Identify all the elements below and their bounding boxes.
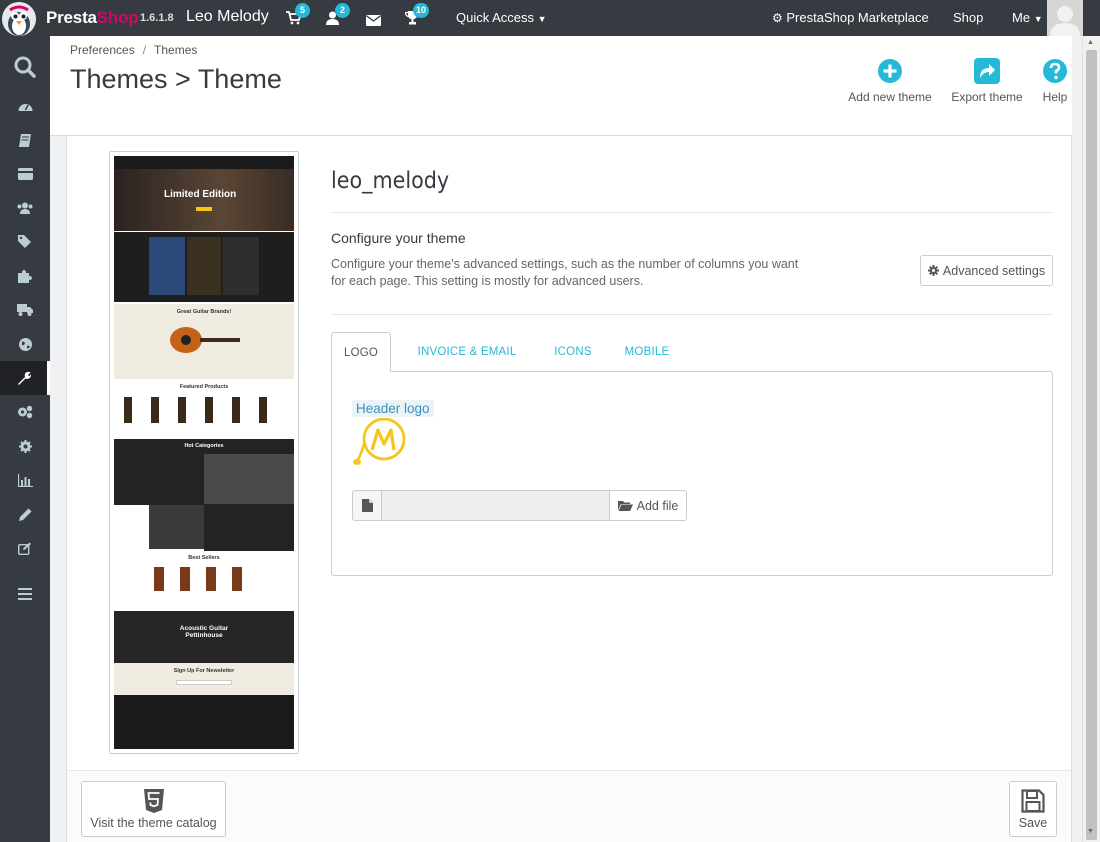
sidebar [0, 36, 50, 842]
bar-chart-icon [17, 473, 33, 487]
breadcrumb: Preferences / Themes [70, 43, 198, 57]
tab-invoice-email-logos[interactable]: INVOICE & EMAIL LOGOS [399, 332, 535, 398]
cogs-icon [18, 405, 33, 419]
tags-icon [17, 235, 31, 248]
configure-description: Configure your theme's advanced settings… [331, 257, 799, 288]
folder-open-icon [617, 501, 633, 511]
shop-link[interactable]: Shop [953, 10, 983, 25]
theme-preview-image: Limited Edition Great Guitar Brands! Fea… [114, 156, 294, 749]
add-file-button[interactable]: Add file [609, 490, 687, 521]
panel-footer: Visit the theme catalog Save [67, 770, 1071, 842]
logo-tabs: LOGO INVOICE & EMAIL LOGOS ICONS MOBILE [331, 332, 1053, 398]
header-logo-label: Header logo [352, 400, 434, 417]
sidebar-search[interactable] [0, 50, 50, 84]
quick-access-dropdown[interactable]: Quick Access ▼ [456, 10, 547, 25]
sidebar-item-modules[interactable] [0, 259, 50, 293]
scroll-up-arrow[interactable]: ▲ [1087, 39, 1094, 46]
envelope-icon [366, 15, 381, 26]
sidebar-collapse-toggle[interactable] [0, 577, 50, 611]
credit-card-icon [17, 168, 33, 180]
globe-icon [18, 337, 32, 351]
page-title: Themes > Theme [70, 64, 282, 94]
messages-menu[interactable] [366, 13, 381, 31]
top-navbar: PrestaShop 1.6.1.8 Leo Melody 5 2 10 Qui… [0, 0, 1100, 36]
orders-badge: 5 [295, 3, 310, 18]
breadcrumb-parent[interactable]: Preferences [70, 43, 135, 57]
logo-tab-content: Header logo Add file [331, 371, 1053, 576]
sidebar-item-shipping[interactable] [0, 293, 50, 327]
orders-menu[interactable]: 5 [286, 3, 310, 30]
sidebar-item-administration[interactable] [0, 429, 50, 463]
gear-icon [927, 265, 939, 276]
caret-down-icon: ▼ [537, 14, 547, 24]
sidebar-item-stats[interactable] [0, 463, 50, 497]
avatar[interactable] [1047, 0, 1083, 36]
advanced-settings-button[interactable]: Advanced settings [920, 255, 1053, 286]
customers-menu[interactable]: 2 [326, 3, 350, 30]
scroll-down-arrow[interactable]: ▼ [1087, 828, 1094, 835]
sidebar-item-catalog[interactable] [0, 123, 50, 157]
gear-icon [18, 439, 32, 453]
save-button[interactable]: Save [1009, 781, 1057, 837]
edit-icon [18, 542, 31, 555]
breadcrumb-current[interactable]: Themes [154, 43, 197, 57]
customers-badge: 2 [335, 3, 350, 18]
theme-name: leo_melody [331, 168, 450, 194]
pencil-icon [18, 508, 31, 521]
export-theme-button[interactable]: Export theme [945, 58, 1029, 104]
file-icon [352, 490, 382, 521]
sidebar-item-blog[interactable] [0, 531, 50, 565]
puzzle-icon [18, 270, 32, 283]
me-dropdown[interactable]: Me ▼ [1012, 10, 1043, 25]
theme-preview: Limited Edition Great Guitar Brands! Fea… [109, 151, 299, 754]
page-header: Preferences / Themes Themes > Theme Add ne… [50, 36, 1072, 136]
marketplace-link[interactable]: ⚙ PrestaShop Marketplace [772, 10, 929, 25]
search-icon [14, 56, 36, 78]
puzzle-icon: ⚙ [772, 11, 783, 25]
scroll-thumb[interactable] [1086, 50, 1097, 840]
sidebar-item-orders[interactable] [0, 157, 50, 191]
version-label: 1.6.1.8 [140, 12, 174, 24]
prestashop-logo[interactable] [2, 2, 36, 36]
html5-icon [143, 789, 164, 813]
wrench-icon [17, 371, 31, 385]
header-logo-image [352, 417, 412, 473]
help-button[interactable]: Help [1035, 58, 1075, 104]
tab-icons[interactable]: ICONS [553, 332, 593, 372]
visit-theme-catalog-button[interactable]: Visit the theme catalog [81, 781, 226, 837]
tab-mobile[interactable]: MOBILE [619, 332, 675, 372]
truck-icon [17, 304, 33, 316]
divider [331, 212, 1053, 213]
menu-icon [18, 588, 32, 600]
plus-circle-icon [878, 59, 902, 83]
file-name-field[interactable] [382, 490, 609, 521]
help-icon [1043, 59, 1067, 83]
notifications-menu[interactable]: 10 [404, 3, 430, 30]
sidebar-item-localization[interactable] [0, 327, 50, 361]
sidebar-item-preferences[interactable] [0, 361, 50, 395]
brand-name[interactable]: PrestaShop [46, 8, 139, 28]
sidebar-item-advanced-parameters[interactable] [0, 395, 50, 429]
caret-down-icon: ▼ [1033, 14, 1043, 24]
header-logo-file-input: Add file [352, 490, 687, 521]
page-scrollbar[interactable]: ▲ ▼ [1082, 36, 1100, 842]
sidebar-item-price-rules[interactable] [0, 225, 50, 259]
sidebar-item-dashboard[interactable] [0, 89, 50, 123]
shop-name[interactable]: Leo Melody [186, 8, 269, 26]
divider [331, 314, 1053, 315]
book-icon [19, 133, 31, 147]
tab-logo[interactable]: LOGO [331, 332, 391, 372]
add-new-theme-button[interactable]: Add new theme [845, 58, 935, 104]
sidebar-item-customers[interactable] [0, 191, 50, 225]
configure-title: Configure your theme [331, 230, 466, 246]
sidebar-item-leotheme[interactable] [0, 497, 50, 531]
share-icon [974, 58, 1000, 84]
notifications-badge: 10 [413, 3, 430, 18]
users-icon [17, 202, 33, 214]
theme-panel: Limited Edition Great Guitar Brands! Fea… [66, 136, 1072, 842]
floppy-disk-icon [1021, 789, 1045, 813]
dashboard-icon [18, 104, 32, 111]
